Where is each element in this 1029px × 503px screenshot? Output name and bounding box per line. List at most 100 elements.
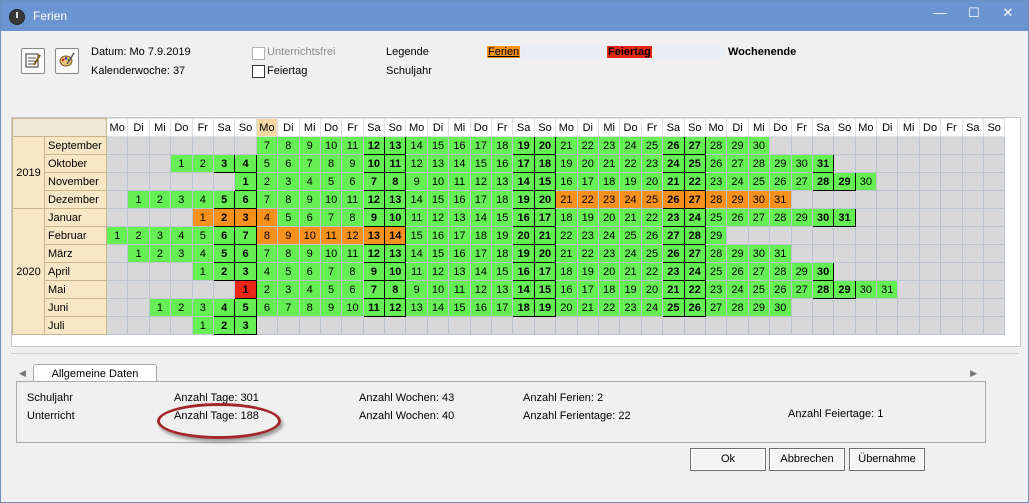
calendar-day-cell[interactable]: 21: [555, 136, 578, 155]
calendar-day-cell[interactable]: 18: [512, 298, 535, 317]
calendar-day-cell[interactable]: 20: [597, 262, 621, 281]
calendar-day-cell[interactable]: 19: [491, 226, 514, 245]
calendar-day-cell[interactable]: 3: [234, 316, 257, 335]
calendar-day-cell[interactable]: 14: [448, 154, 471, 173]
calendar-day-cell[interactable]: 24: [597, 226, 621, 245]
calendar-day-cell[interactable]: 25: [619, 226, 642, 245]
calendar-day-cell[interactable]: 18: [469, 226, 493, 245]
calendar-day-cell[interactable]: 23: [662, 262, 685, 281]
calendar-day-cell[interactable]: 5: [277, 208, 300, 227]
calendar-day-cell[interactable]: 18: [597, 172, 621, 191]
calendar-day-cell[interactable]: 10: [319, 190, 343, 209]
calendar-day-cell[interactable]: 26: [662, 136, 685, 155]
calendar-day-cell[interactable]: 20: [533, 136, 557, 155]
calendar-day-cell[interactable]: 24: [640, 298, 664, 317]
calendar-day-cell[interactable]: 15: [448, 298, 471, 317]
calendar-day-cell[interactable]: 6: [341, 280, 364, 299]
calendar-day-cell[interactable]: 2: [127, 226, 150, 245]
calendar-day-cell[interactable]: 24: [619, 136, 642, 155]
calendar-day-cell[interactable]: 5: [191, 226, 214, 245]
calendar-day-cell[interactable]: 12: [469, 280, 493, 299]
calendar-day-cell[interactable]: 20: [640, 280, 664, 299]
calendar-day-cell[interactable]: 13: [362, 226, 386, 245]
calendar-day-cell[interactable]: 19: [512, 190, 535, 209]
calendar-day-cell[interactable]: 27: [747, 262, 771, 281]
calendar-day-cell[interactable]: 1: [170, 154, 193, 173]
calendar-day-cell[interactable]: 26: [704, 154, 728, 173]
calendar-day-cell[interactable]: 29: [726, 136, 749, 155]
calendar-day-cell[interactable]: 28: [811, 172, 835, 191]
calendar-day-cell[interactable]: 31: [769, 244, 792, 263]
calendar-day-cell[interactable]: 4: [255, 262, 279, 281]
calendar-day-cell[interactable]: 4: [191, 244, 214, 263]
calendar-day-cell[interactable]: 21: [555, 190, 578, 209]
calendar-day-cell[interactable]: 10: [362, 154, 386, 173]
calendar-day-cell[interactable]: 8: [277, 190, 300, 209]
calendar-day-cell[interactable]: 8: [319, 154, 343, 173]
calendar-day-cell[interactable]: 7: [298, 154, 321, 173]
calendar-day-cell[interactable]: 27: [683, 136, 706, 155]
calendar-day-cell[interactable]: 17: [469, 190, 493, 209]
calendar-day-cell[interactable]: 7: [255, 244, 279, 263]
calendar-day-cell[interactable]: 1: [105, 226, 129, 245]
calendar-day-cell[interactable]: 10: [384, 208, 407, 227]
calendar-day-cell[interactable]: 22: [640, 208, 664, 227]
calendar-day-cell[interactable]: 23: [640, 154, 664, 173]
calendar-day-cell[interactable]: 30: [790, 154, 813, 173]
calendar-day-cell[interactable]: 27: [683, 190, 706, 209]
calendar-day-cell[interactable]: 17: [469, 136, 493, 155]
calendar-day-cell[interactable]: 29: [769, 154, 792, 173]
calendar-day-cell[interactable]: 7: [277, 298, 300, 317]
calendar-day-cell[interactable]: 15: [533, 280, 557, 299]
calendar-day-cell[interactable]: 23: [704, 172, 728, 191]
calendar-day-cell[interactable]: 16: [555, 172, 578, 191]
calendar-day-cell[interactable]: 14: [426, 298, 450, 317]
calendar-day-cell[interactable]: 3: [170, 244, 193, 263]
calendar-day-cell[interactable]: 12: [362, 136, 386, 155]
calendar-day-cell[interactable]: 5: [255, 154, 279, 173]
calendar-day-cell[interactable]: 18: [533, 154, 557, 173]
calendar-day-cell[interactable]: 12: [341, 226, 364, 245]
calendar-day-cell[interactable]: 11: [405, 208, 428, 227]
edit-notes-button[interactable]: [21, 48, 45, 74]
calendar-day-cell[interactable]: 7: [255, 190, 279, 209]
calendar-day-cell[interactable]: 21: [662, 172, 685, 191]
calendar-day-cell[interactable]: 5: [319, 172, 343, 191]
calendar-day-cell[interactable]: 26: [662, 244, 685, 263]
calendar-day-cell[interactable]: 15: [491, 208, 514, 227]
calendar-day-cell[interactable]: 15: [426, 244, 450, 263]
calendar-day-cell[interactable]: 17: [491, 298, 514, 317]
calendar-day-cell[interactable]: 18: [555, 262, 578, 281]
calendar-day-cell[interactable]: 7: [362, 172, 386, 191]
calendar-day-cell[interactable]: 24: [662, 154, 685, 173]
calendar-day-cell[interactable]: 30: [811, 208, 835, 227]
calendar-day-cell[interactable]: 15: [469, 154, 493, 173]
calendar-day-cell[interactable]: 10: [341, 298, 364, 317]
calendar-day-cell[interactable]: 23: [619, 298, 642, 317]
calendar-day-cell[interactable]: 26: [726, 262, 749, 281]
calendar-day-cell[interactable]: 11: [341, 244, 364, 263]
calendar-day-cell[interactable]: 16: [469, 298, 493, 317]
calendar-day-cell[interactable]: 7: [255, 136, 279, 155]
calendar-day-cell[interactable]: 11: [319, 226, 343, 245]
calendar-day-cell[interactable]: 25: [704, 262, 728, 281]
calendar-day-cell[interactable]: 3: [234, 262, 257, 281]
calendar-day-cell[interactable]: 8: [277, 136, 300, 155]
calendar-day-cell[interactable]: 5: [212, 244, 236, 263]
calendar-day-cell[interactable]: 10: [319, 136, 343, 155]
calendar-day-cell[interactable]: 6: [341, 172, 364, 191]
calendar-day-cell[interactable]: 23: [576, 226, 599, 245]
calendar-day-cell[interactable]: 22: [576, 244, 599, 263]
calendar-day-cell[interactable]: 4: [298, 172, 321, 191]
calendar-day-cell[interactable]: 12: [384, 298, 407, 317]
calendar-day-cell[interactable]: 1: [234, 172, 257, 191]
calendar-day-cell[interactable]: 6: [212, 226, 236, 245]
calendar-day-cell[interactable]: 28: [704, 136, 728, 155]
calendar-day-cell[interactable]: 12: [362, 244, 386, 263]
calendar-day-cell[interactable]: 12: [405, 154, 428, 173]
calendar-day-cell[interactable]: 1: [191, 262, 214, 281]
calendar-day-cell[interactable]: 13: [491, 280, 514, 299]
calendar-day-cell[interactable]: 9: [319, 298, 343, 317]
calendar-day-cell[interactable]: 5: [277, 262, 300, 281]
calendar-day-cell[interactable]: 9: [298, 244, 321, 263]
